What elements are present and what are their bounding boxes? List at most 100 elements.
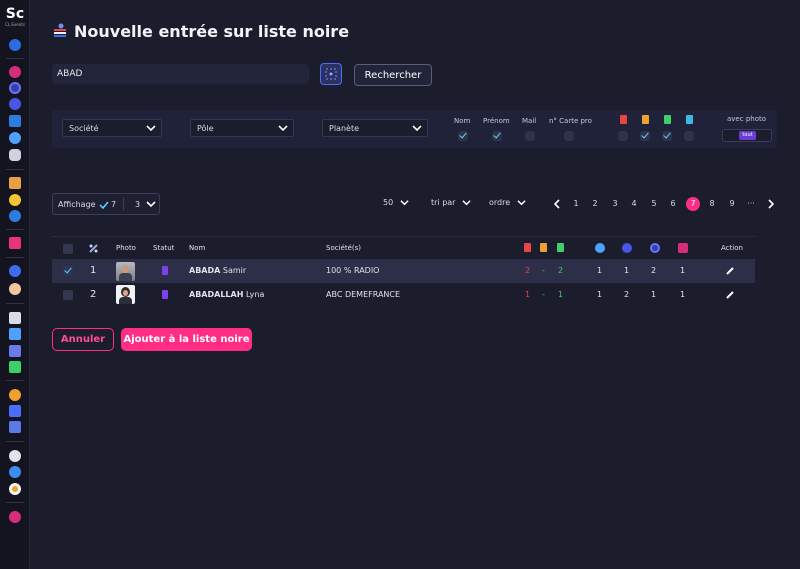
count-target: 1 [680,290,686,299]
page-6[interactable]: 6 [666,197,680,211]
check-label-prenom: Prénom [483,117,510,125]
cancel-button[interactable]: Annuler [52,328,114,351]
per-page-select[interactable]: 50 [383,198,409,207]
count-planet: 1 [624,266,630,275]
count-red: 2 [525,266,531,275]
check-label-carte-pro: n° Carte pro [549,117,592,125]
add-to-blacklist-button[interactable]: Ajouter à la liste noire [121,328,252,351]
photo-filter-label: avec photo [727,115,767,123]
check-prenom[interactable] [492,131,502,141]
power-icon[interactable] [9,511,21,523]
person-name: ABADA Samir [189,266,246,275]
pole-select-label: Pôle [197,124,214,133]
gear-icon[interactable] [9,466,21,478]
page-5[interactable]: 5 [647,197,661,211]
sort-select[interactable]: tri par [431,198,471,207]
header-target-icon [678,243,688,253]
photo-filter-toggle[interactable]: tout [722,129,772,142]
logo-text: Sc [5,6,25,22]
header-badge-red-icon [524,243,531,252]
header-badge-orange-icon [540,243,547,252]
status-icon [162,290,168,299]
target-icon[interactable] [9,66,21,78]
sort-label: tri par [431,198,456,207]
check-icon [99,201,109,210]
chevron-down-icon [412,125,422,132]
count-target: 1 [680,266,686,275]
pacman-icon[interactable] [9,194,21,206]
table-row[interactable]: 2 ABADALLAH Lyna ABC DEMEFRANCE 1 - 1 1 … [52,283,755,307]
societe-select[interactable]: Société [62,119,162,137]
blacklist-icon[interactable] [9,345,21,357]
notification-icon[interactable] [9,389,21,401]
scan-button[interactable] [320,63,342,85]
page-7[interactable]: 7 [686,197,700,211]
phone-icon[interactable] [9,237,21,249]
globe-icon[interactable] [9,132,21,144]
search-button[interactable]: Rechercher [354,64,432,86]
robot-icon[interactable] [9,149,21,161]
person-name: ABADALLAH Lyna [189,290,264,299]
page-8[interactable]: 8 [705,197,719,211]
check-mail[interactable] [525,131,535,141]
check-nom[interactable] [458,131,468,141]
row-index: 2 [90,289,97,300]
header-photo: Photo [116,244,136,252]
chevron-down-icon [278,125,288,132]
planete-select[interactable]: Planète [322,119,428,137]
card-icon[interactable] [9,328,21,340]
display-columns-select[interactable]: Affichage 7 3 [52,193,160,215]
avatar [116,285,135,304]
search-icon[interactable] [9,39,21,51]
display-label: Affichage [58,200,96,209]
search-input[interactable] [52,64,309,84]
chevron-left-icon[interactable] [552,199,562,209]
edit-icon[interactable] [725,266,735,276]
user-face-icon[interactable] [9,283,21,295]
stats-icon[interactable] [9,421,21,433]
select-all-checkbox[interactable] [63,244,73,254]
page-more[interactable]: ··· [744,197,758,211]
astronaut-icon[interactable] [9,265,21,277]
ring-icon[interactable] [9,483,21,495]
page-3[interactable]: 3 [608,197,622,211]
row-index: 1 [90,265,97,276]
chevron-right-icon[interactable] [766,199,776,209]
pole-select[interactable]: Pôle [190,119,294,137]
per-page-value: 50 [383,198,394,207]
list-icon[interactable] [9,405,21,417]
planet-icon[interactable] [9,98,21,110]
header-radar-icon [650,243,660,253]
invader-icon[interactable] [9,361,21,373]
check-carte-pro[interactable] [564,131,574,141]
check-label-nom: Nom [454,117,471,125]
id-card-icon[interactable] [9,312,21,324]
count-globe: 1 [597,290,603,299]
chevron-down-icon [462,200,471,206]
societe-select-label: Société [69,124,99,133]
world-icon[interactable] [9,210,21,222]
check-badge-blue[interactable] [684,131,694,141]
alien-icon[interactable] [9,450,21,462]
company: 100 % RADIO [326,266,380,275]
tools-icon[interactable] [9,115,21,127]
row-checkbox[interactable] [63,290,73,300]
row-checkbox[interactable] [63,266,73,276]
status-icon [162,266,168,275]
grid-icon[interactable] [9,177,21,189]
check-badge-green[interactable] [662,131,672,141]
blacklist-title-icon [54,23,66,37]
header-nom: Nom [189,244,206,252]
edit-icon[interactable] [725,290,735,300]
table-row[interactable]: 1 ABADA Samir 100 % RADIO 2 - 2 1 1 2 1 [52,259,755,283]
page-9[interactable]: 9 [725,197,739,211]
last-name: ABADALLAH [189,290,244,299]
check-badge-orange[interactable] [640,131,650,141]
app-logo[interactable]: Sc CL Events [4,6,26,27]
page-4[interactable]: 4 [627,197,641,211]
page-1[interactable]: 1 [569,197,583,211]
check-badge-red[interactable] [618,131,628,141]
page-2[interactable]: 2 [588,197,602,211]
order-select[interactable]: ordre [489,198,526,207]
radar-icon[interactable] [9,82,21,94]
